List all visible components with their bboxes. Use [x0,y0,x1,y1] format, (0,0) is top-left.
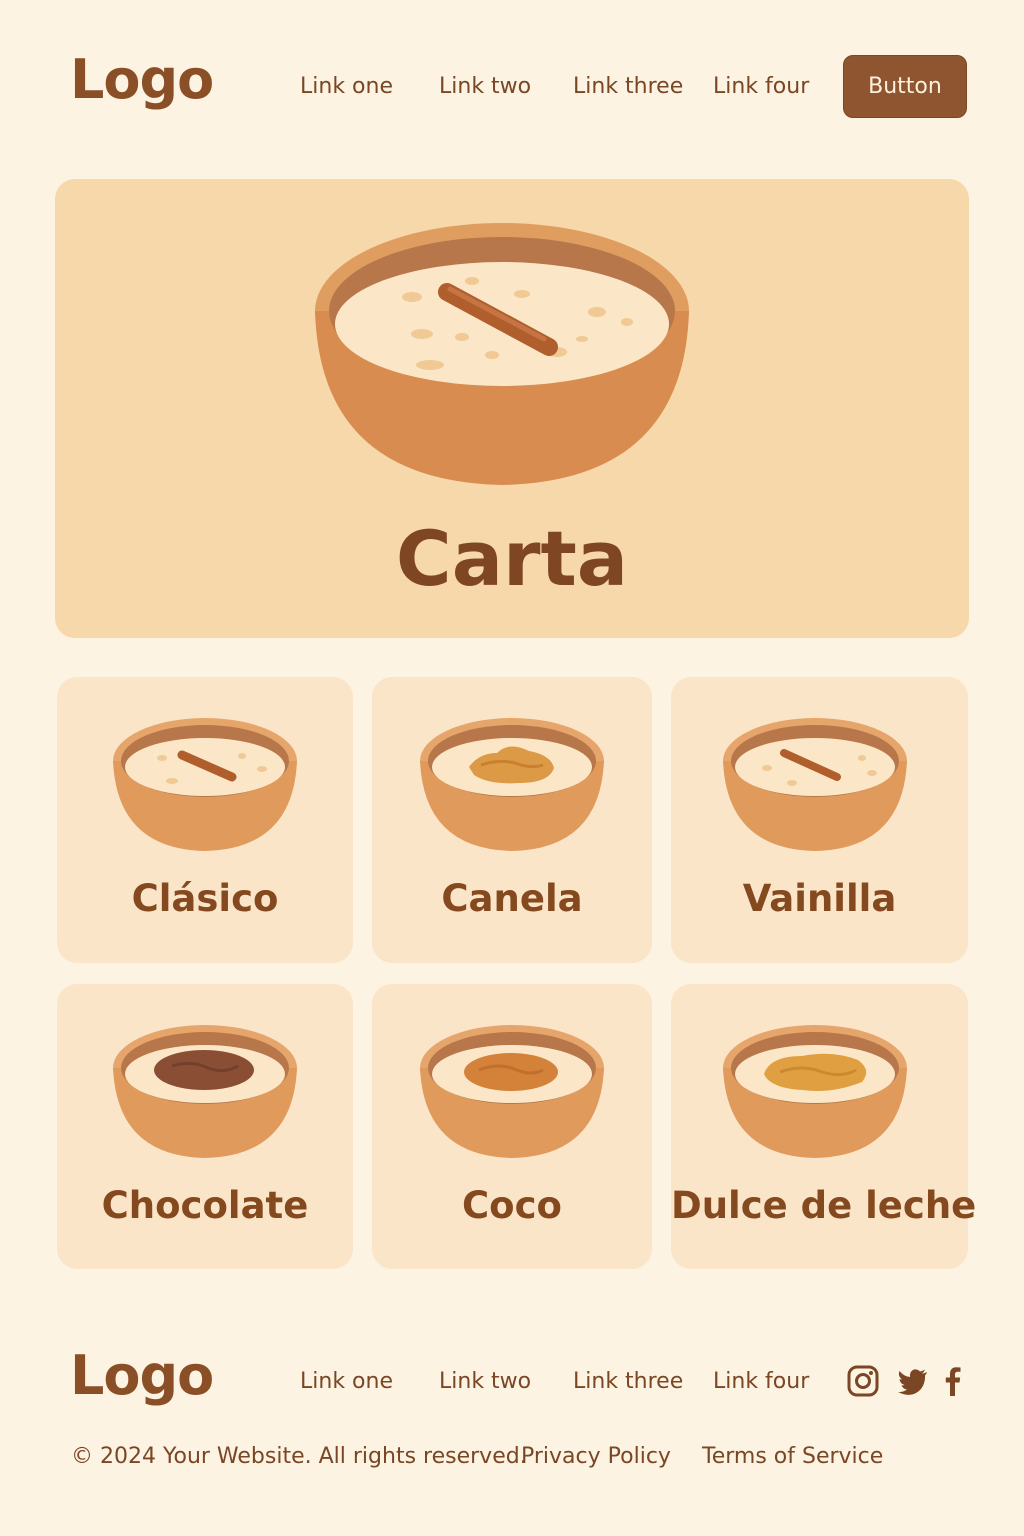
menu-card-label: Canela [441,877,583,920]
header-logo[interactable]: Logo [70,48,214,111]
footer-logo[interactable]: Logo [70,1344,214,1407]
menu-card-label: Clásico [131,877,279,920]
footer-link-one[interactable]: Link one [300,1369,393,1394]
top-navigation: Logo Link one Link two Link three Link f… [0,0,1024,150]
bowl-cinnamon-stick-icon [723,718,907,851]
menu-card-coco[interactable]: Coco [372,984,652,1269]
privacy-policy-link[interactable]: Privacy Policy [521,1444,671,1469]
footer-link-three[interactable]: Link three [573,1369,683,1394]
bowl-caramel-icon [420,1025,604,1158]
terms-of-service-link[interactable]: Terms of Service [702,1444,883,1469]
nav-link-four[interactable]: Link four [713,74,809,99]
menu-card-canela[interactable]: Canela [372,677,652,963]
hero-banner: Carta [55,179,969,638]
hero-title: Carta [395,514,629,603]
instagram-icon[interactable] [846,1364,880,1398]
menu-card-label: Dulce de leche [671,1184,977,1227]
menu-card-label: Vainilla [742,877,897,920]
copyright-text: © 2024 Your Website. All rights reserved… [71,1444,527,1469]
menu-card-vainilla[interactable]: Vainilla [671,677,968,963]
bowl-chocolate-icon [113,1025,297,1158]
menu-card-clasico[interactable]: Clásico [57,677,353,963]
nav-link-two[interactable]: Link two [439,74,531,99]
nav-link-one[interactable]: Link one [300,74,393,99]
twitter-icon[interactable] [896,1364,930,1398]
menu-card-chocolate[interactable]: Chocolate [57,984,353,1269]
bowl-cinnamon-stick-icon [113,718,297,851]
facebook-icon[interactable] [936,1364,970,1398]
rice-pudding-bowl-image [315,223,689,485]
nav-link-three[interactable]: Link three [573,74,683,99]
menu-card-label: Coco [462,1184,562,1227]
bowl-dulce-de-leche-icon [723,1025,907,1158]
bowl-cinnamon-powder-icon [420,718,604,851]
menu-card-label: Chocolate [101,1184,309,1227]
header-button[interactable]: Button [843,55,967,118]
footer-link-four[interactable]: Link four [713,1369,809,1394]
menu-card-dulce-de-leche[interactable]: Dulce de leche [671,984,977,1269]
footer-link-two[interactable]: Link two [439,1369,531,1394]
